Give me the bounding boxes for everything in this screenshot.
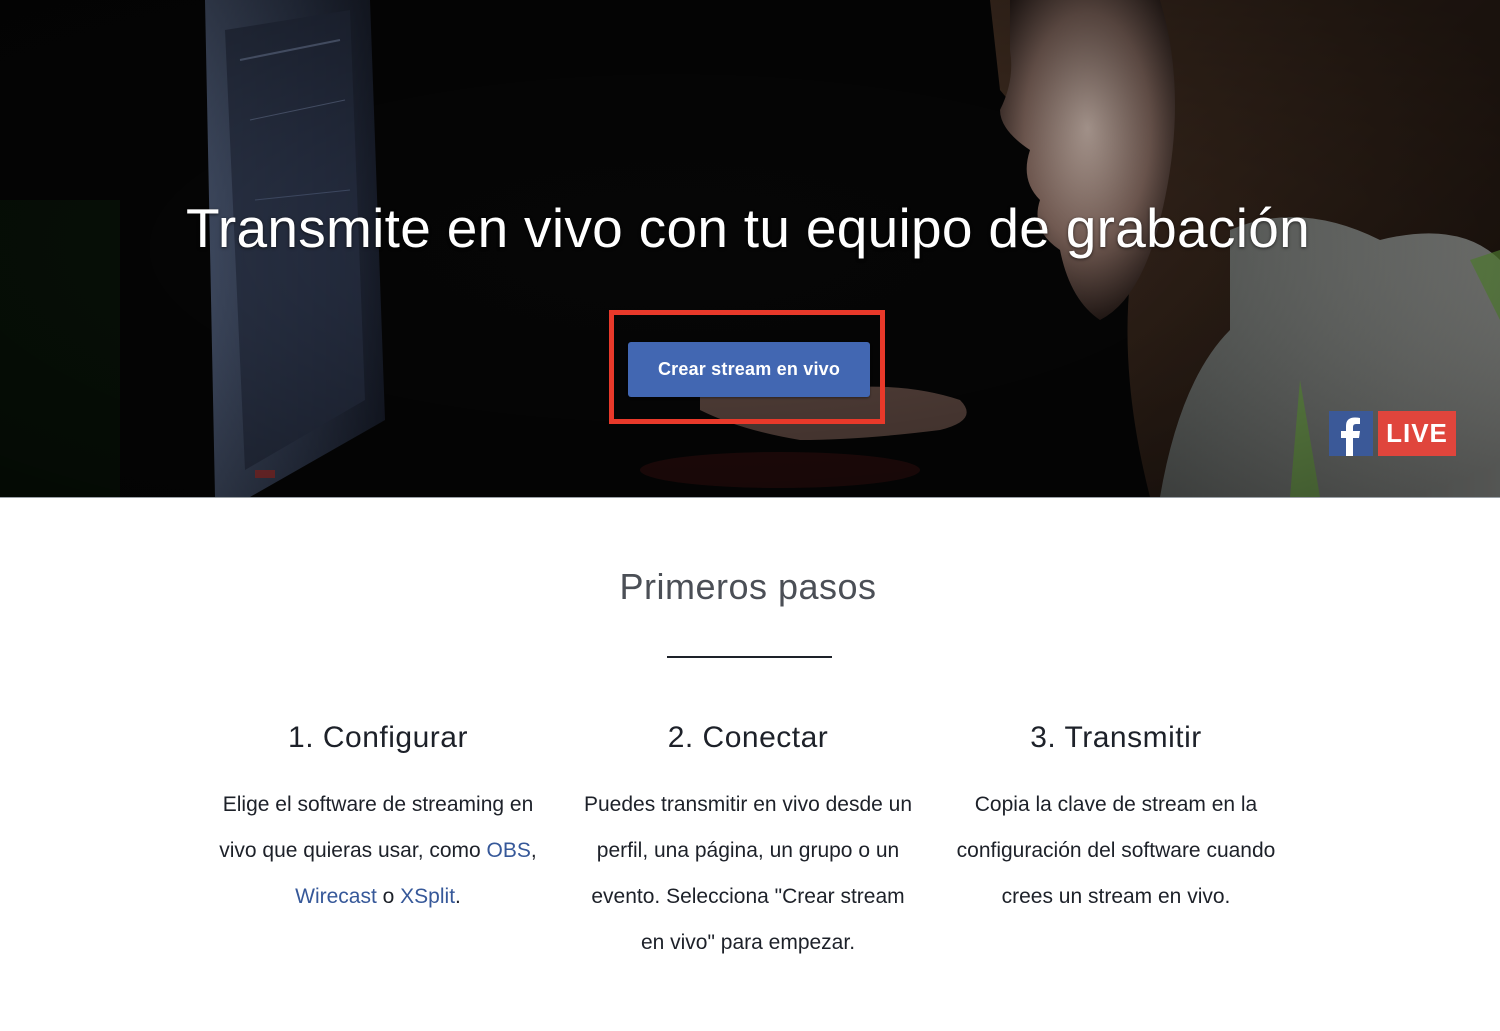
step-stream: 3. Transmitir Copia la clave de stream e… (946, 716, 1286, 920)
step-connect: 2. Conectar Puedes transmitir en vivo de… (578, 716, 918, 966)
obs-link[interactable]: OBS (487, 839, 531, 862)
step-title: 1. Configurar (288, 721, 468, 754)
step-description: Puedes transmitir en vivo desde un perfi… (583, 793, 912, 954)
step-title: 2. Conectar (667, 721, 829, 754)
section-divider (667, 656, 832, 658)
step-text-end: . (455, 885, 461, 908)
live-label: LIVE (1378, 411, 1456, 456)
step-title: 3. Transmitir (1030, 721, 1202, 754)
create-live-stream-button[interactable]: Crear stream en vivo (628, 342, 870, 397)
step-description: Copia la clave de stream en la configura… (956, 793, 1276, 908)
link-separator: , (530, 839, 537, 862)
hero-divider-line (0, 497, 1500, 498)
section-title: Primeros pasos (619, 566, 877, 607)
link-separator-or: o (376, 885, 401, 908)
xsplit-link[interactable]: XSplit (400, 885, 455, 908)
facebook-live-badge: LIVE (1329, 411, 1456, 456)
hero-title: Transmite en vivo con tu equipo de graba… (185, 197, 1311, 259)
step-description: Elige el software de streaming en vivo q… (208, 782, 548, 920)
step-configure: 1. Configurar Elige el software de strea… (208, 716, 548, 920)
facebook-f-icon (1329, 411, 1373, 456)
hero-banner: Transmite en vivo con tu equipo de graba… (0, 0, 1500, 497)
wirecast-link[interactable]: Wirecast (295, 885, 377, 908)
